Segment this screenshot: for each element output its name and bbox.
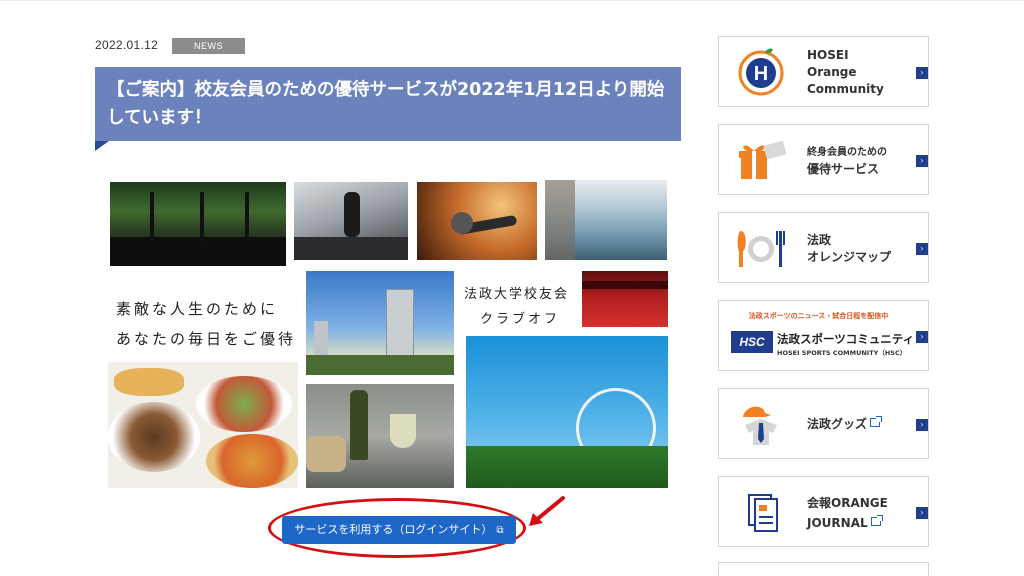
journal-document-icon: [748, 494, 778, 532]
top-divider: [0, 0, 1024, 1]
red-arrow-icon: [529, 496, 565, 526]
sidebar-item-hosei-sports-community[interactable]: 法政スポーツのニュース・試合日程を配信中 HSC 法政スポーツコミュニティ HO…: [718, 300, 929, 371]
photo-wine: [306, 384, 454, 488]
hosei-h-logo-icon: H: [738, 48, 784, 96]
photo-food-plates: [108, 362, 298, 488]
sidebar-item-label: 法政スポーツコミュニティ: [777, 332, 915, 346]
photo-hot-spring: [545, 180, 667, 260]
chevron-right-icon: ›: [916, 243, 928, 255]
sidebar-item-hosei-goods[interactable]: 法政グッズ ›: [718, 388, 929, 459]
article-title: 【ご案内】校友会員のための優待サービスが2022年1月12日より開始しています！: [107, 80, 665, 128]
sidebar-item-label-line2: JOURNAL: [807, 515, 868, 530]
chevron-right-icon: ›: [916, 419, 928, 431]
collage-tagline-line1: 素敵な人生のために: [116, 300, 279, 318]
sidebar-item-partial[interactable]: [718, 562, 929, 576]
external-link-icon: [870, 514, 883, 526]
login-site-button[interactable]: サービスを利用する（ログインサイト） ⧉: [282, 516, 516, 544]
sidebar-item-label: 法政グッズ: [807, 417, 868, 431]
article-date: 2022.01.12: [95, 38, 159, 52]
sidebar-item-label: 会報ORANGE: [807, 495, 888, 510]
sidebar-item-member-benefits[interactable]: 終身会員のための 優待サービス ›: [718, 124, 929, 195]
photo-forest-restaurant: [110, 182, 286, 266]
chevron-right-icon: ›: [916, 67, 928, 79]
club-off-collage-image: 素敵な人生のために あなたの毎日をご優待 法政大学校友会 クラブオフ: [108, 180, 668, 490]
gift-icon: [739, 140, 787, 179]
hsc-banner-top: 法政スポーツのニュース・試合日程を配信中: [748, 312, 889, 320]
external-link-icon: ⧉: [496, 525, 504, 536]
sidebar-item-hosei-orange-community[interactable]: H HOSEI Orange Community ›: [718, 36, 929, 107]
collage-club-line1: 法政大学校友会: [464, 287, 570, 302]
photo-gym: [294, 182, 408, 260]
hsc-logo-icon: HSC: [731, 331, 773, 353]
sidebar-item-orange-journal[interactable]: 会報ORANGE JOURNAL ›: [718, 476, 929, 547]
sidebar-item-sublabel: 終身会員のための: [807, 146, 887, 158]
sidebar-item-label: 優待サービス: [807, 161, 880, 176]
sidebar-item-sublabel: HOSEI SPORTS COMMUNITY（HSC）: [777, 349, 907, 357]
external-link-icon: [870, 416, 883, 427]
chevron-right-icon: ›: [916, 507, 928, 519]
chevron-right-icon: ›: [916, 155, 928, 167]
sidebar-item-orange-map[interactable]: 法政 オレンジマップ ›: [718, 212, 929, 283]
photo-city-skyline: [306, 271, 454, 375]
news-tag: NEWS: [172, 38, 245, 54]
photo-karaoke-mic: [417, 182, 537, 260]
collage-club-line2: クラブオフ: [480, 312, 561, 327]
collage-tagline-line2: あなたの毎日をご優待: [116, 330, 297, 348]
photo-theater-seats: [582, 271, 668, 327]
photo-amusement-park: [466, 336, 668, 488]
sidebar-item-label: HOSEI Orange Community: [807, 48, 884, 96]
sidebar-item-label: 法政 オレンジマップ: [807, 232, 892, 264]
svg-text:H: H: [754, 63, 768, 85]
cutlery-icon: [737, 231, 785, 267]
goods-cap-shirt-icon: [743, 406, 777, 445]
login-site-button-label: サービスを利用する（ログインサイト）: [294, 523, 493, 536]
chevron-right-icon: ›: [916, 331, 928, 343]
article-title-box: 【ご案内】校友会員のための優待サービスが2022年1月12日より開始しています！: [95, 67, 681, 151]
